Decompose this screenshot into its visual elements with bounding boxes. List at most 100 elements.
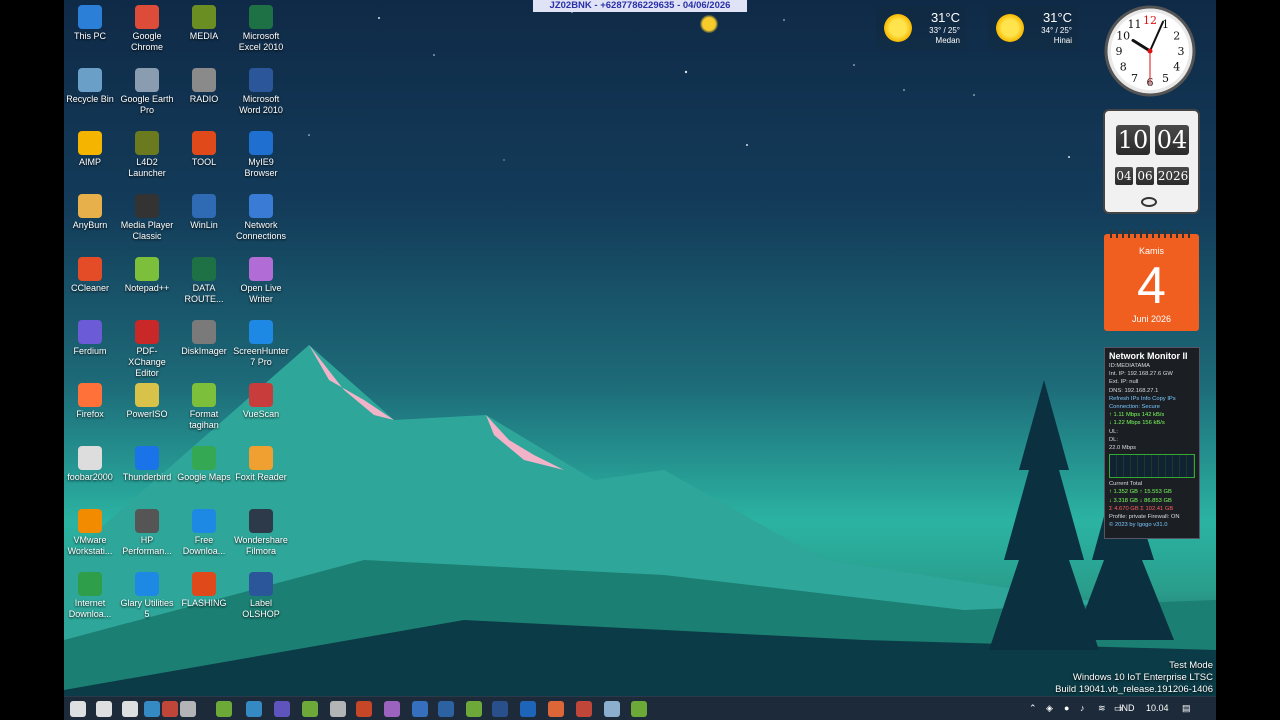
desktop-icon[interactable]: TOOL: [175, 131, 233, 168]
network-icon[interactable]: [412, 701, 428, 717]
writer-icon[interactable]: [384, 701, 400, 717]
desktop-icon[interactable]: L4D2 Launcher: [118, 131, 176, 179]
notepadpp-icon[interactable]: [302, 701, 318, 717]
network-line: UL:: [1109, 428, 1119, 435]
desktop-icon-label: Wondershare Filmora: [234, 535, 288, 556]
desktop-icon[interactable]: Open Live Writer: [232, 257, 290, 305]
desktop-icon[interactable]: PowerISO: [118, 383, 176, 420]
tray-security-icon[interactable]: ◈: [1046, 703, 1053, 714]
ccleaner-icon[interactable]: [356, 701, 372, 717]
screenhunter-icon: [249, 320, 273, 344]
desktop[interactable]: This PC Google Chrome MEDIA Microsoft Excel…: [64, 0, 1216, 696]
desktop-icon[interactable]: Glary Utilities 5: [118, 572, 176, 620]
desktop-icon[interactable]: Recycle Bin: [64, 68, 119, 105]
desktop-icon-label: Free Downloa...: [182, 535, 226, 556]
volume-icon[interactable]: ♪: [1080, 703, 1085, 713]
window-icon[interactable]: [180, 701, 196, 717]
desktop-icon-label: Microsoft Excel 2010: [238, 31, 284, 52]
calc-icon[interactable]: [631, 701, 647, 717]
desktop-icon[interactable]: Ferdium: [64, 320, 119, 357]
analog-clock-widget[interactable]: 123456789101112: [1104, 5, 1196, 97]
desktop-icon-label: Media Player Classic: [120, 220, 174, 241]
clock-number: 10: [1116, 30, 1130, 43]
desktop-icon[interactable]: RADIO: [175, 68, 233, 105]
wifi-icon[interactable]: ≋: [1098, 703, 1106, 714]
desktop-icon[interactable]: HP Performan...: [118, 509, 176, 557]
tray-chevron-icon[interactable]: ⌃: [1029, 703, 1037, 714]
desktop-icon[interactable]: ScreenHunter 7 Pro: [232, 320, 290, 368]
desktop-icon[interactable]: Firefox: [64, 383, 119, 420]
desktop-icon[interactable]: AIMP: [64, 131, 119, 168]
desktop-icon[interactable]: Internet Downloa...: [64, 572, 119, 620]
desktop-icon[interactable]: MyIE9 Browser: [232, 131, 290, 179]
desktop-icon-label: Format tagihan: [189, 409, 219, 430]
notepadpp-icon[interactable]: [466, 701, 482, 717]
radio-icon: [192, 68, 216, 92]
network-line: Σ 4.670 GB Σ 102.41 GB: [1109, 505, 1174, 512]
firefox-icon[interactable]: [548, 701, 564, 717]
desktop-icon[interactable]: Thunderbird: [118, 446, 176, 483]
mouse-cursor-icon: [700, 15, 718, 33]
desktop-icon[interactable]: FLASHING: [175, 572, 233, 609]
weather-widget-medan[interactable]: 31°C 33° / 25° Medan: [876, 6, 966, 50]
winlin-icon[interactable]: [438, 701, 454, 717]
desktop-icon[interactable]: WinLin: [175, 194, 233, 231]
notepadpp-icon: [192, 383, 216, 407]
desktop-icon-label: WinLin: [190, 220, 218, 230]
language-indicator[interactable]: IND: [1119, 703, 1135, 713]
desktop-icon[interactable]: Foxit Reader: [232, 446, 290, 483]
flip-clock-widget[interactable]: 10 04 04 06 2026: [1103, 109, 1200, 214]
desktop-icon[interactable]: Free Downloa...: [175, 509, 233, 557]
desktop-icon[interactable]: DATA ROUTE...: [175, 257, 233, 305]
edge-icon[interactable]: [144, 701, 160, 717]
desktop-icon[interactable]: Google Earth Pro: [118, 68, 176, 116]
desktop-icon[interactable]: Media Player Classic: [118, 194, 176, 242]
ferdium-icon: [78, 320, 102, 344]
desktop-icon[interactable]: CCleaner: [64, 257, 119, 294]
chrome-icon[interactable]: [162, 701, 178, 717]
desktop-icon[interactable]: AnyBurn: [64, 194, 119, 231]
edge-icon[interactable]: [246, 701, 262, 717]
taskbar-clock[interactable]: 10.04: [1146, 703, 1169, 713]
google-earth-icon[interactable]: [520, 701, 536, 717]
desktop-icon[interactable]: VMware Workstati...: [64, 509, 119, 557]
desktop-icon[interactable]: Label OLSHOP: [232, 572, 290, 620]
notepad-icon[interactable]: [604, 701, 620, 717]
r-icon[interactable]: [492, 701, 508, 717]
network-totals: Current Total ↑ 1.352 GB ↑ 15.553 GB ↓ 3.3…: [1109, 480, 1195, 529]
desktop-icon-label: MEDIA: [189, 31, 219, 41]
chrome-icon[interactable]: [576, 701, 592, 717]
sun-icon: [884, 14, 912, 42]
glary-icon: [135, 572, 159, 596]
desktop-icon[interactable]: Format tagihan: [175, 383, 233, 431]
file-icon[interactable]: [330, 701, 346, 717]
ferdium-icon[interactable]: [274, 701, 290, 717]
desktop-icon[interactable]: Wondershare Filmora: [232, 509, 290, 557]
desktop-icon[interactable]: DiskImager: [175, 320, 233, 357]
search-icon[interactable]: [96, 701, 112, 717]
calendar-widget[interactable]: Kamis 4 Juni 2026: [1104, 230, 1199, 331]
desktop-icon[interactable]: foobar2000: [64, 446, 119, 483]
start-icon[interactable]: [70, 701, 86, 717]
task-view-icon[interactable]: [122, 701, 138, 717]
desktop-icon[interactable]: Network Connections: [232, 194, 290, 242]
maps-icon: [192, 446, 216, 470]
desktop-icon-label: FLASHING: [181, 598, 227, 608]
desktop-icon[interactable]: Microsoft Excel 2010: [232, 5, 290, 53]
desktop-icon[interactable]: PDF-XChange Editor: [118, 320, 176, 379]
desktop-icon[interactable]: Notepad++: [118, 257, 176, 294]
desktop-icon[interactable]: VueScan: [232, 383, 290, 420]
network-monitor-widget[interactable]: Network Monitor II ID:MEDIATAMA Int. IP: …: [1104, 347, 1200, 539]
anyburn-icon: [78, 194, 102, 218]
desktop-icon[interactable]: MEDIA: [175, 5, 233, 42]
desktop-icon[interactable]: This PC: [64, 5, 119, 42]
desktop-icon-label: MyIE9 Browser: [244, 157, 278, 178]
network-line: 22.0 Mbps: [1109, 445, 1137, 452]
microphone-icon[interactable]: ●: [1064, 703, 1069, 713]
desktop-icon[interactable]: Google Maps: [175, 446, 233, 483]
weather-widget-hinai[interactable]: 31°C 34° / 25° Hinai: [988, 6, 1078, 50]
notepadpp-icon[interactable]: [216, 701, 232, 717]
desktop-icon[interactable]: Google Chrome: [118, 5, 176, 53]
desktop-icon[interactable]: Microsoft Word 2010: [232, 68, 290, 116]
notification-icon[interactable]: ▤: [1182, 703, 1191, 714]
